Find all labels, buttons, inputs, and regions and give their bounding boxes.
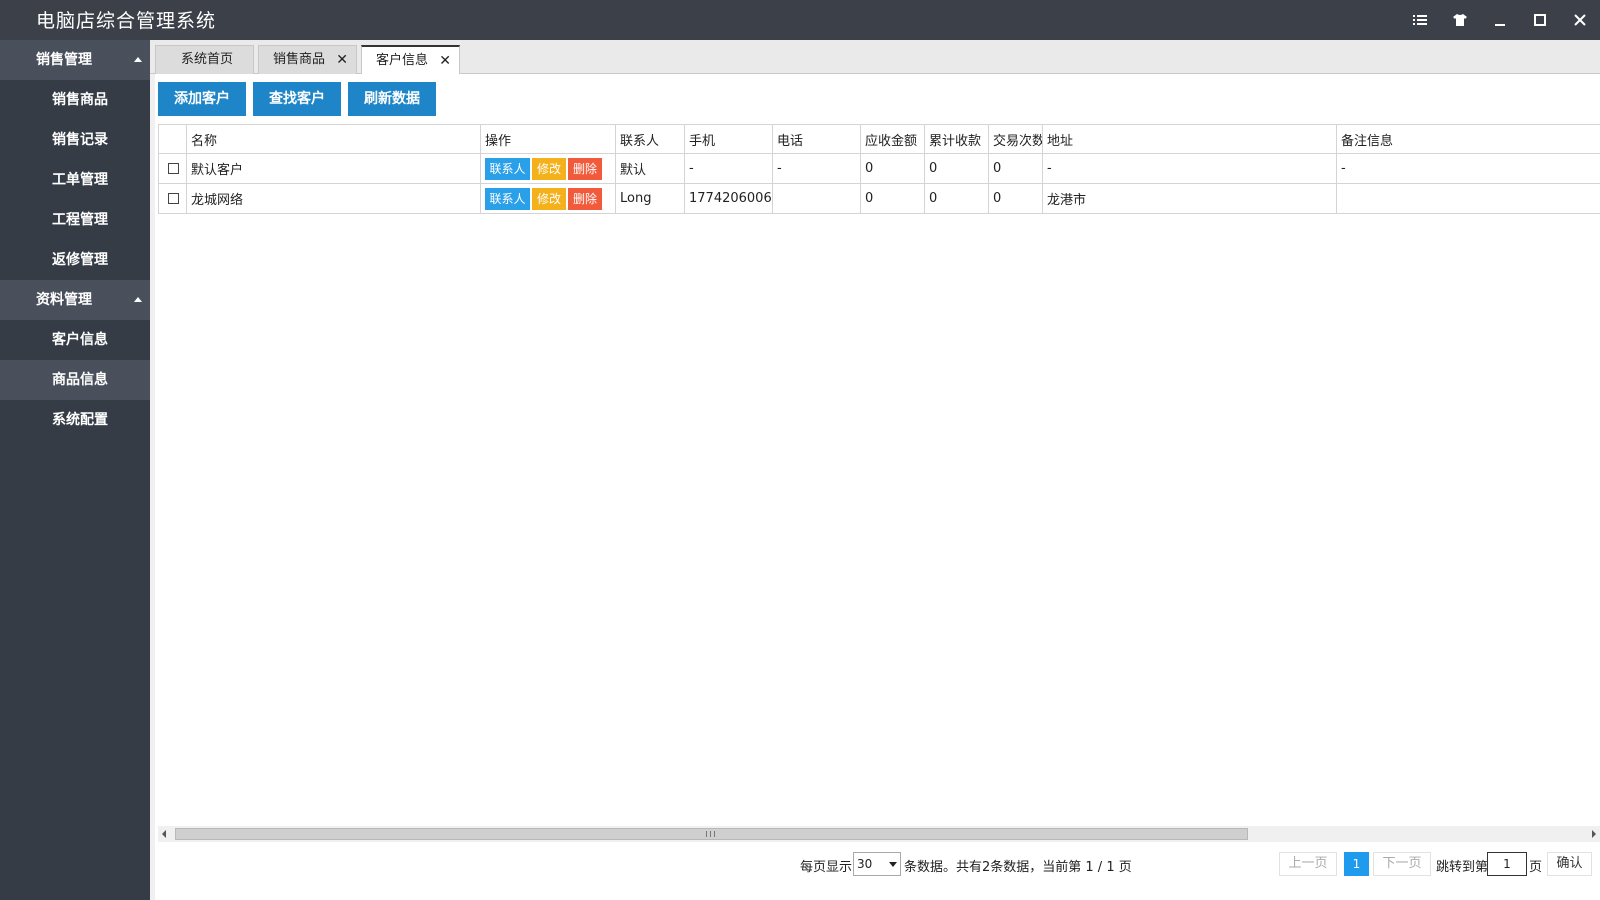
sidebar: 销售管理 销售商品 销售记录 工单管理 工程管理 返修管理 资料管理 客户信息 …	[0, 40, 150, 900]
per-page-value: 30	[857, 857, 873, 871]
cell-phone	[772, 183, 861, 214]
column-header[interactable]: 联系人	[615, 124, 685, 154]
horizontal-scrollbar[interactable]	[158, 826, 1600, 842]
prev-page-button[interactable]: 上一页	[1279, 852, 1337, 876]
add-customer-button[interactable]: 添加客户	[158, 82, 246, 116]
column-header[interactable]: 累计收款	[924, 124, 989, 154]
sidebar-item-sales-records[interactable]: 销售记录	[0, 120, 150, 160]
edit-button[interactable]: 修改	[532, 157, 566, 180]
cell-mobile: -	[684, 153, 773, 184]
column-header[interactable]: 备注信息	[1336, 124, 1600, 154]
pager-summary: 条数据。共有2条数据，当前第 1 / 1 页	[904, 860, 1132, 875]
column-header[interactable]: 应收金额	[860, 124, 925, 154]
cell-contact: Long	[615, 183, 685, 214]
dropdown-arrow-icon	[889, 862, 897, 867]
cell-actions: 联系人 修改 删除	[480, 183, 616, 214]
app-title: 电脑店综合管理系统	[36, 10, 217, 32]
content-panel: 添加客户 查找客户 刷新数据 名称 操作 联系人 手机 电话 应收金额 累计收款…	[155, 74, 1600, 900]
page-unit-label: 页	[1529, 860, 1543, 875]
tab-bar: 系统首页 销售商品 ✕ 客户信息 ✕	[150, 40, 1600, 75]
sidebar-item-settings[interactable]: 系统配置	[0, 400, 150, 440]
sidebar-group-sales[interactable]: 销售管理	[0, 40, 150, 80]
caret-up-icon	[134, 57, 142, 62]
scrollbar-thumb[interactable]	[175, 828, 1248, 840]
row-checkbox[interactable]	[168, 193, 179, 204]
cell-receivable: 0	[860, 153, 925, 184]
cell-address: -	[1042, 153, 1337, 184]
edit-button[interactable]: 修改	[532, 187, 566, 210]
row-checkbox-cell	[158, 183, 187, 214]
scroll-left-icon[interactable]	[162, 830, 166, 838]
table-row[interactable]: 龙城网络 联系人 修改 删除 Long 17742060066 0 0 0 龙港市	[158, 183, 1600, 214]
maximize-icon[interactable]	[1520, 0, 1560, 40]
cell-receivable: 0	[860, 183, 925, 214]
table-header-row: 名称 操作 联系人 手机 电话 应收金额 累计收款 交易次数 地址 备注信息	[158, 124, 1600, 154]
contacts-button[interactable]: 联系人	[485, 157, 530, 180]
close-icon[interactable]: ✕	[336, 46, 348, 74]
column-header[interactable]: 手机	[684, 124, 773, 154]
sidebar-item-sell-goods[interactable]: 销售商品	[0, 80, 150, 120]
refresh-data-button[interactable]: 刷新数据	[348, 82, 436, 116]
minimize-icon[interactable]	[1480, 0, 1520, 40]
customer-table: 名称 操作 联系人 手机 电话 应收金额 累计收款 交易次数 地址 备注信息 默…	[158, 124, 1600, 214]
close-icon[interactable]	[1560, 0, 1600, 40]
tab-customers[interactable]: 客户信息 ✕	[361, 45, 460, 75]
header-checkbox-cell	[158, 124, 187, 154]
cell-name: 默认客户	[186, 153, 481, 184]
contacts-button[interactable]: 联系人	[485, 187, 530, 210]
sidebar-item-products[interactable]: 商品信息	[0, 360, 150, 400]
cell-trades: 0	[988, 153, 1043, 184]
caret-up-icon	[134, 297, 142, 302]
cell-actions: 联系人 修改 删除	[480, 153, 616, 184]
delete-button[interactable]: 删除	[568, 187, 602, 210]
grip-icon	[706, 831, 715, 837]
current-page-button[interactable]: 1	[1344, 852, 1369, 876]
scroll-right-icon[interactable]	[1592, 830, 1596, 838]
cell-remark: -	[1336, 153, 1600, 184]
sidebar-item-customers[interactable]: 客户信息	[0, 320, 150, 360]
table-row[interactable]: 默认客户 联系人 修改 删除 默认 - - 0 0 0 - -	[158, 153, 1600, 184]
search-customer-button[interactable]: 查找客户	[253, 82, 341, 116]
tab-label: 客户信息	[376, 53, 429, 68]
tab-label: 系统首页	[181, 52, 234, 67]
column-header[interactable]: 操作	[480, 124, 616, 154]
title-bar: 电脑店综合管理系统	[0, 0, 1600, 40]
confirm-jump-button[interactable]: 确认	[1547, 852, 1592, 876]
sidebar-group-label: 资料管理	[36, 292, 92, 308]
per-page-label: 每页显示	[800, 860, 853, 875]
sidebar-item-work-orders[interactable]: 工单管理	[0, 160, 150, 200]
cell-remark	[1336, 183, 1600, 214]
shirt-icon[interactable]	[1440, 0, 1480, 40]
column-header[interactable]: 地址	[1042, 124, 1337, 154]
sidebar-item-repairs[interactable]: 返修管理	[0, 240, 150, 280]
next-page-button[interactable]: 下一页	[1373, 852, 1431, 876]
cell-received: 0	[924, 183, 989, 214]
cell-contact: 默认	[615, 153, 685, 184]
menu-icon[interactable]	[1400, 0, 1440, 40]
cell-received: 0	[924, 153, 989, 184]
delete-button[interactable]: 删除	[568, 157, 602, 180]
tab-sell-goods[interactable]: 销售商品 ✕	[258, 45, 357, 74]
jump-page-input[interactable]: 1	[1487, 852, 1527, 876]
tab-label: 销售商品	[273, 52, 326, 67]
sidebar-group-data[interactable]: 资料管理	[0, 280, 150, 320]
per-page-select[interactable]: 30	[853, 852, 901, 876]
row-checkbox[interactable]	[168, 163, 179, 174]
sidebar-item-projects[interactable]: 工程管理	[0, 200, 150, 240]
column-header[interactable]: 名称	[186, 124, 481, 154]
cell-address: 龙港市	[1042, 183, 1337, 214]
column-header[interactable]: 交易次数	[988, 124, 1043, 154]
sidebar-group-label: 销售管理	[36, 52, 92, 68]
cell-trades: 0	[988, 183, 1043, 214]
cell-mobile: 17742060066	[684, 183, 773, 214]
close-icon[interactable]: ✕	[439, 47, 451, 75]
cell-phone: -	[772, 153, 861, 184]
jump-to-label: 跳转到第	[1436, 860, 1489, 875]
tab-home[interactable]: 系统首页	[155, 45, 254, 74]
column-header[interactable]: 电话	[772, 124, 861, 154]
row-checkbox-cell	[158, 153, 187, 184]
pagination: 每页显示 30 条数据。共有2条数据，当前第 1 / 1 页 上一页 1 下一页…	[155, 849, 1600, 879]
cell-name: 龙城网络	[186, 183, 481, 214]
